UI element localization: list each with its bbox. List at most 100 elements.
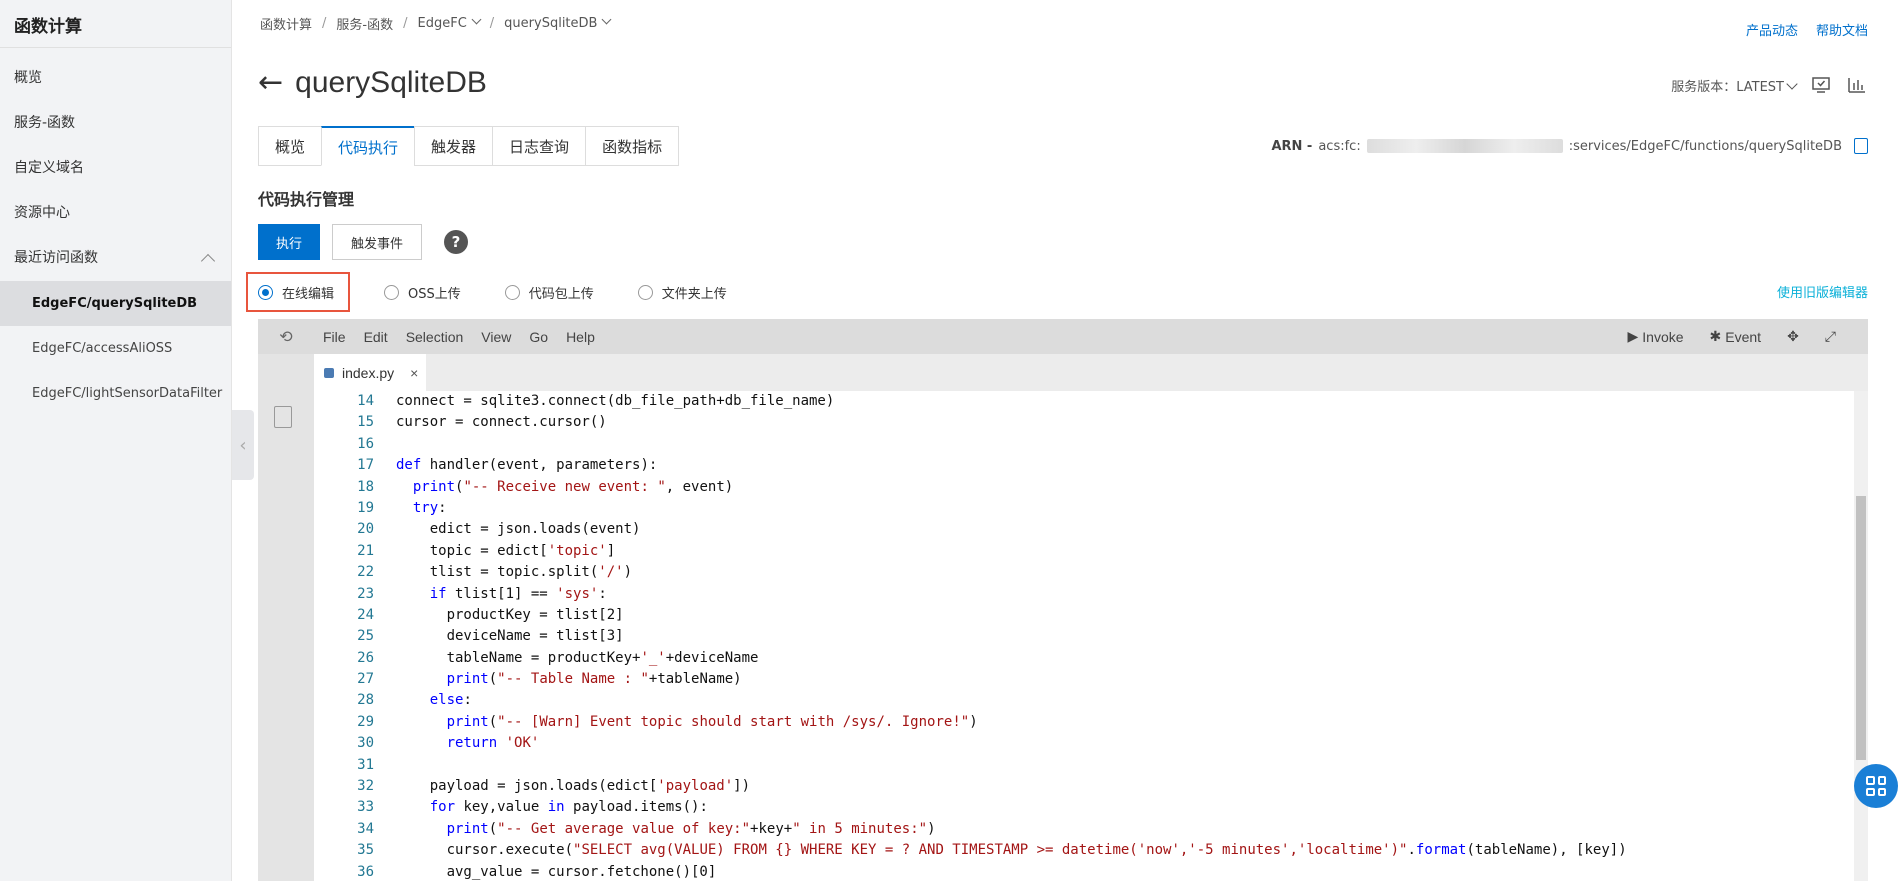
code-line: 33 for key,value in payload.items():	[314, 797, 1854, 818]
editor-tabbar: index.py ×	[314, 354, 1868, 391]
top-links: 产品动态 帮助文档	[1746, 20, 1868, 39]
invoke-label: Invoke	[1642, 328, 1684, 345]
chevron-down-icon	[602, 14, 612, 25]
menu-selection[interactable]: Selection	[397, 329, 473, 345]
copy-icon[interactable]	[1854, 138, 1868, 154]
code-text: edict = json.loads(event)	[396, 521, 641, 538]
radio-package-upload[interactable]: 代码包上传	[504, 272, 594, 312]
back-arrow-icon[interactable]: ←	[258, 68, 283, 98]
code-line: 15 cursor = connect.cursor()	[314, 412, 1854, 433]
sidebar-nav: 概览 服务-函数 自定义域名 资源中心 最近访问函数 EdgeFC/queryS…	[0, 56, 231, 416]
code-line: 35 cursor.execute("SELECT avg(VALUE) FRO…	[314, 840, 1854, 861]
execute-button[interactable]: 执行	[258, 224, 321, 260]
radio-empty-icon	[504, 284, 520, 300]
line-number: 34	[357, 820, 374, 837]
legacy-editor-link[interactable]: 使用旧版编辑器	[1777, 282, 1868, 301]
radio-label: 代码包上传	[528, 286, 594, 302]
breadcrumb-service-dropdown[interactable]: EdgeFC	[417, 14, 482, 31]
version-bar: 服务版本：LATEST	[1671, 74, 1868, 96]
menu-file[interactable]: File	[314, 329, 355, 345]
code-text: deviceName = tlist[3]	[396, 628, 624, 645]
editor-menubar: ⟲ File Edit Selection View Go Help ▶ Invo…	[258, 319, 1868, 354]
code-text: print("-- Table Name : "+tableName)	[446, 671, 742, 688]
arn-suffix: :services/EdgeFC/functions/querySqliteDB	[1568, 138, 1842, 154]
version-label: 服务版本：LATEST	[1671, 79, 1784, 95]
chevron-up-icon	[200, 253, 216, 269]
breadcrumb-item: querySqliteDB	[504, 16, 598, 31]
file-tab-index-py[interactable]: index.py ×	[314, 354, 426, 391]
grid-icon	[1866, 776, 1886, 796]
version-select[interactable]: 服务版本：LATEST	[1671, 76, 1798, 95]
radio-online-edit[interactable]: 在线编辑	[246, 272, 351, 312]
line-number: 14	[357, 393, 374, 409]
radio-folder-upload[interactable]: 文件夹上传	[637, 272, 727, 312]
sidebar-item-custom-domain[interactable]: 自定义域名	[0, 146, 231, 191]
menu-help[interactable]: Help	[557, 329, 604, 345]
line-number: 36	[357, 863, 374, 880]
close-icon[interactable]: ×	[410, 365, 418, 381]
breadcrumb-function-dropdown[interactable]: querySqliteDB	[504, 14, 612, 31]
apps-floating-button[interactable]	[1854, 764, 1898, 808]
code-line: 29 print("-- [Warn] Event topic should s…	[314, 712, 1854, 733]
radio-label: 文件夹上传	[661, 286, 727, 302]
editor-logo-icon: ⟲	[279, 328, 293, 346]
menu-view[interactable]: View	[472, 329, 520, 345]
chevron-down-icon	[1786, 77, 1798, 90]
product-news-link[interactable]: 产品动态	[1746, 20, 1798, 39]
code-area[interactable]: 14 connect = sqlite3.connect(db_file_path…	[314, 391, 1854, 881]
code-text: return 'OK'	[446, 735, 540, 752]
invoke-button[interactable]: ▶ Invoke	[1627, 328, 1683, 345]
function-tabs: 概览 代码执行 触发器 日志查询 函数指标	[258, 126, 680, 166]
trigger-event-button[interactable]: 触发事件	[332, 224, 423, 260]
help-docs-link[interactable]: 帮助文档	[1816, 20, 1868, 39]
monitor-check-icon[interactable]	[1810, 74, 1832, 96]
sidebar-recent-item[interactable]: EdgeFC/querySqliteDB	[0, 281, 231, 326]
menu-edit[interactable]: Edit	[355, 329, 397, 345]
editor-toolbar-right: ▶ Invoke ✱ Event ✥ ⤢	[1627, 328, 1868, 345]
tab-metrics[interactable]: 函数指标	[585, 126, 680, 166]
code-line: 26 tableName = productKey+'_'+deviceName	[314, 648, 1854, 669]
help-icon[interactable]: ?	[444, 230, 469, 254]
tab-log-query[interactable]: 日志查询	[492, 126, 586, 166]
line-number: 21	[357, 542, 374, 559]
radio-oss-upload[interactable]: OSS上传	[384, 272, 461, 312]
code-line: 30 return 'OK'	[314, 733, 1854, 754]
tab-code-execution[interactable]: 代码执行	[321, 126, 415, 166]
line-number: 27	[357, 671, 374, 688]
sidebar-item-resource-center[interactable]: 资源中心	[0, 191, 231, 236]
code-line: 28 else:	[314, 690, 1854, 711]
file-tab-label: index.py	[342, 364, 395, 381]
code-text: print("-- Receive new event: ", event)	[412, 478, 734, 495]
breadcrumb-item[interactable]: 函数计算	[260, 14, 312, 33]
event-button[interactable]: ✱ Event	[1710, 328, 1762, 345]
files-icon[interactable]	[269, 401, 292, 428]
scrollbar-thumb[interactable]	[1856, 496, 1866, 760]
breadcrumb-item: EdgeFC	[417, 16, 467, 31]
play-icon: ▶	[1627, 328, 1639, 344]
sidebar-item-services[interactable]: 服务-函数	[0, 101, 231, 146]
expand-icon[interactable]: ⤢	[1825, 328, 1836, 345]
code-text: avg_value = cursor.fetchone()[0]	[396, 863, 717, 880]
tab-overview[interactable]: 概览	[258, 126, 322, 166]
code-editor: ⟲ File Edit Selection View Go Help ▶ Invo…	[258, 319, 1868, 881]
bar-chart-icon[interactable]	[1846, 74, 1868, 96]
editor-scrollbar[interactable]	[1854, 391, 1868, 881]
radio-label: OSS上传	[408, 286, 461, 302]
sidebar-item-overview[interactable]: 概览	[0, 56, 231, 101]
sidebar-recent-item[interactable]: EdgeFC/accessAliOSS	[0, 326, 231, 371]
line-number: 32	[357, 778, 374, 795]
action-bar: 执行 触发事件 ?	[258, 224, 469, 260]
tab-triggers[interactable]: 触发器	[414, 126, 493, 166]
code-text: connect = sqlite3.connect(db_file_path+d…	[396, 393, 835, 409]
sidebar-group-recent[interactable]: 最近访问函数	[0, 236, 231, 281]
code-text: for key,value in payload.items():	[429, 799, 708, 816]
sidebar-recent-item[interactable]: EdgeFC/lightSensorDataFilter	[0, 371, 231, 416]
move-icon[interactable]: ✥	[1787, 328, 1799, 345]
code-text: else:	[429, 692, 472, 709]
breadcrumb-item[interactable]: 服务-函数	[336, 14, 393, 33]
menu-go[interactable]: Go	[520, 329, 557, 345]
code-line: 34 print("-- Get average value of key:"+…	[314, 819, 1854, 840]
line-number: 17	[357, 457, 374, 474]
